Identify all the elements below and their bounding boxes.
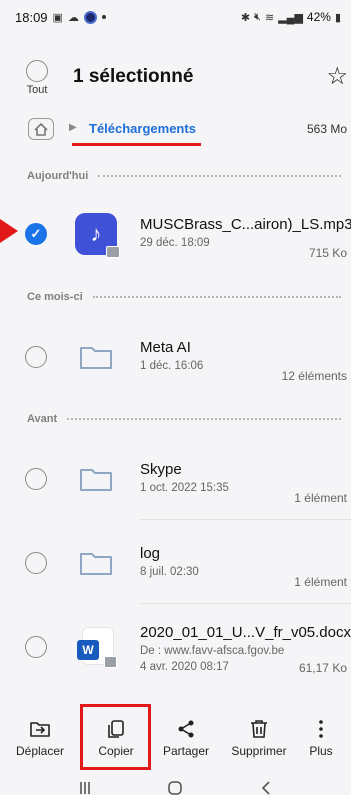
more-vertical-icon: [319, 720, 323, 738]
back-icon[interactable]: [257, 781, 275, 795]
favorite-star-icon[interactable]: ☆: [326, 62, 348, 91]
section-header-today: Aujourd'hui: [0, 166, 351, 186]
selection-header: Tout 1 sélectionné ☆: [0, 52, 351, 110]
breadcrumb-current-folder[interactable]: Téléchargements: [89, 121, 196, 136]
delete-label: Supprimer: [231, 744, 287, 758]
row-divider: [140, 603, 351, 604]
move-label: Déplacer: [15, 744, 65, 758]
status-bar: 18:09 ▣ ☁ ✱ 🔇︎ ≋ ▂▄▆ 42% ▮: [0, 0, 351, 34]
row-divider: [140, 519, 351, 520]
folder-size: 563 Mo: [307, 122, 348, 136]
music-file-icon: ♪: [75, 213, 120, 258]
folder-date: 1 oct. 2022 15:35: [140, 482, 229, 494]
home-icon: [34, 122, 48, 136]
annotation-underline: [72, 143, 201, 146]
annotation-highlight-box: [80, 704, 151, 770]
share-icon: [178, 720, 194, 738]
link-badge-icon: [104, 656, 117, 668]
share-label: Partager: [162, 744, 210, 758]
section-label: Avant: [27, 413, 58, 425]
delete-button[interactable]: Supprimer: [224, 712, 294, 768]
folder-name: Skype: [140, 461, 182, 478]
trash-icon: [251, 720, 267, 738]
app-notification-icon: [83, 10, 97, 24]
folder-row[interactable]: Meta AI 1 déc. 16:06 12 éléments: [0, 318, 351, 398]
gallery-notification-icon: ▣: [52, 11, 63, 24]
row-checkbox-checked[interactable]: ✓: [25, 223, 47, 245]
folder-count: 1 élément: [294, 575, 347, 589]
more-notifications-icon: [101, 15, 106, 19]
file-size: 715 Ko: [308, 246, 347, 260]
section-label: Aujourd'hui: [27, 170, 89, 182]
home-nav-icon[interactable]: [166, 781, 184, 795]
select-all-checkbox[interactable]: [26, 60, 48, 82]
folder-row[interactable]: Skype 1 oct. 2022 15:35 1 élément: [0, 440, 351, 520]
file-row[interactable]: ✓ ♪ MUSCBrass_C...airon)_LS.mp3 29 déc. …: [0, 195, 351, 275]
play-badge-icon: [106, 246, 120, 258]
folder-row[interactable]: log 8 juil. 02:30 1 élément: [0, 524, 351, 604]
move-icon: [30, 722, 50, 737]
folder-name: Meta AI: [140, 339, 191, 356]
folder-name: log: [140, 545, 161, 562]
battery-icon: ▮: [334, 11, 341, 24]
selection-action-bar: Déplacer Copier Partager Supprimer Plus: [0, 712, 351, 768]
section-divider: [92, 296, 341, 298]
row-checkbox[interactable]: [25, 636, 47, 658]
file-source: De : www.favv-afsca.fgov.be: [140, 645, 285, 657]
file-date: 29 déc. 18:09: [140, 237, 210, 249]
select-all-toggle[interactable]: Tout: [22, 60, 52, 96]
signal-icon: ▂▄▆: [278, 11, 303, 24]
section-divider: [98, 175, 341, 177]
folder-icon: [75, 336, 117, 378]
home-button[interactable]: [28, 118, 54, 140]
section-label: Ce mois-ci: [27, 291, 83, 303]
file-row[interactable]: W 2020_01_01_U...V_fr_v05.docx De : www.…: [0, 608, 351, 688]
section-header-this-month: Ce mois-ci: [0, 287, 351, 307]
annotation-arrow: [0, 219, 18, 243]
folder-count: 1 élément: [294, 491, 347, 505]
folder-icon: [75, 458, 117, 500]
file-size: 61,17 Ko: [298, 661, 347, 675]
recent-apps-icon[interactable]: [76, 781, 94, 795]
file-name: MUSCBrass_C...airon)_LS.mp3: [140, 216, 351, 233]
cloud-notification-icon: ☁: [67, 11, 79, 24]
wifi-icon: ≋: [264, 11, 275, 24]
row-checkbox[interactable]: [25, 346, 47, 368]
word-file-icon: W: [75, 626, 117, 668]
folder-icon: [75, 542, 117, 584]
folder-count: 12 éléments: [281, 369, 347, 383]
select-all-label: Tout: [26, 84, 48, 96]
share-button[interactable]: Partager: [151, 712, 221, 768]
section-header-before: Avant: [0, 409, 351, 429]
bluetooth-icon: ✱: [240, 11, 251, 24]
move-button[interactable]: Déplacer: [5, 712, 75, 768]
mute-icon: 🔇︎: [254, 10, 261, 23]
status-time: 18:09: [15, 9, 48, 25]
folder-date: 1 déc. 16:06: [140, 360, 204, 372]
battery-level: 42%: [306, 10, 331, 24]
more-button[interactable]: Plus: [296, 712, 346, 768]
folder-date: 8 juil. 02:30: [140, 566, 199, 578]
system-navigation-bar: [0, 775, 351, 795]
breadcrumb-chevron-icon: ▶: [69, 122, 77, 133]
section-divider: [67, 418, 341, 420]
file-name: 2020_01_01_U...V_fr_v05.docx: [140, 624, 351, 641]
page-title: 1 sélectionné: [73, 66, 194, 87]
file-date: 4 avr. 2020 08:17: [140, 661, 229, 673]
row-checkbox[interactable]: [25, 552, 47, 574]
more-label: Plus: [309, 744, 333, 758]
row-checkbox[interactable]: [25, 468, 47, 490]
